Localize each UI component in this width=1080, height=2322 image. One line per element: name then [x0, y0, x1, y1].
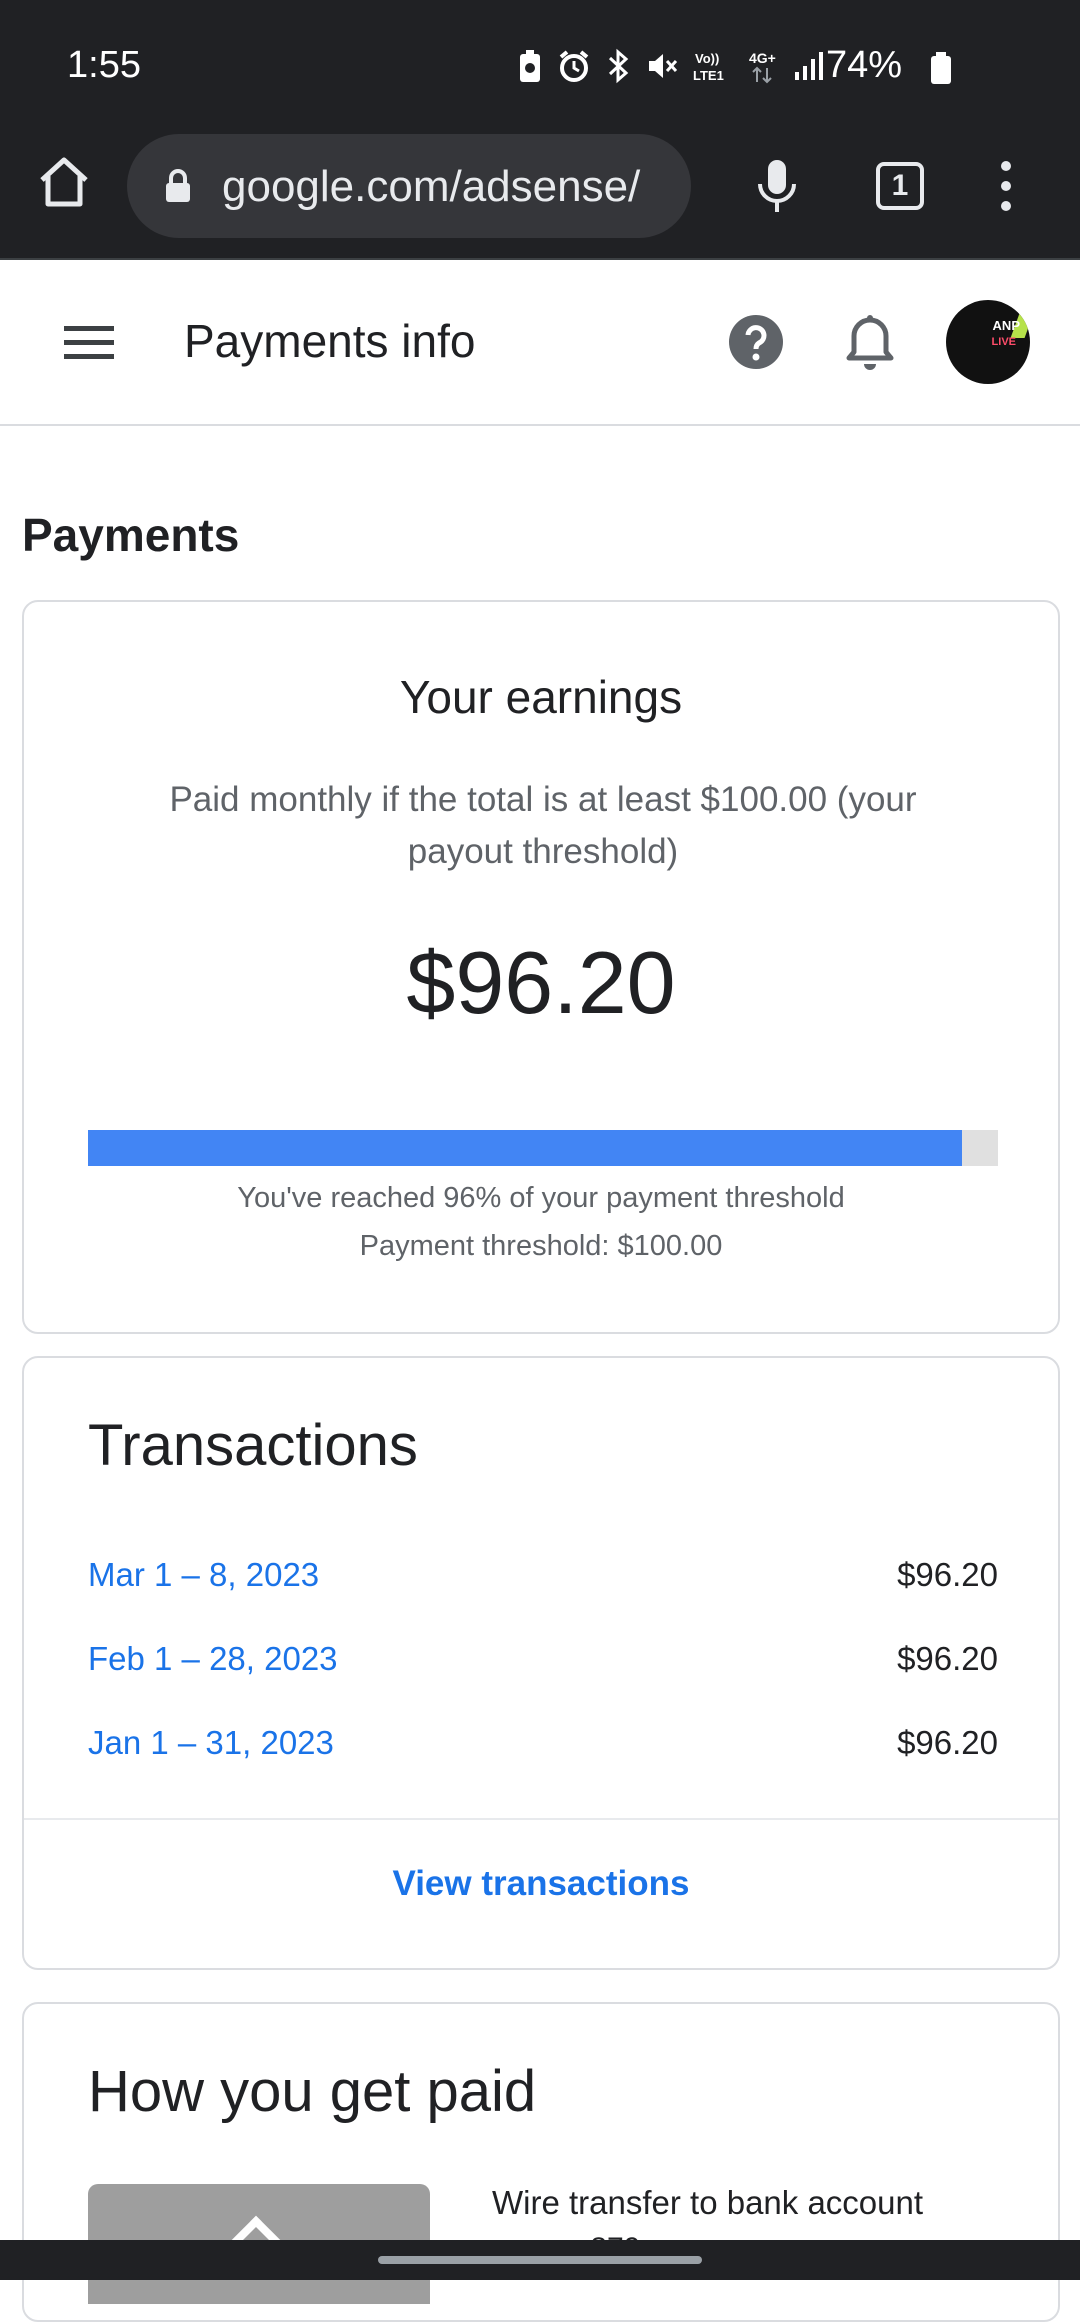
- signal-icon: [795, 52, 823, 80]
- hamburger-icon[interactable]: [64, 324, 114, 360]
- 4g-icon: 4G+: [749, 50, 776, 84]
- divider: [24, 1818, 1058, 1820]
- alarm-icon: [559, 50, 589, 82]
- app-header: Payments info ANP LIVE: [0, 262, 1080, 426]
- threshold-progress-fill: [88, 1130, 962, 1166]
- transaction-amount: $96.20: [897, 1724, 998, 1761]
- transaction-amount: $96.20: [897, 1640, 998, 1677]
- browser-toolbar: google.com/adsense/ 1: [0, 132, 1080, 260]
- transaction-row: Feb 1 – 28, 2023 $96.20: [88, 1640, 998, 1700]
- transaction-date-link[interactable]: Mar 1 – 8, 2023: [88, 1556, 319, 1594]
- transactions-title: Transactions: [88, 1413, 418, 1478]
- earnings-subtitle: Paid monthly if the total is at least $1…: [169, 780, 917, 871]
- help-icon[interactable]: [728, 314, 784, 370]
- transaction-row: Jan 1 – 31, 2023 $96.20: [88, 1724, 998, 1784]
- address-bar[interactable]: google.com/adsense/: [127, 134, 691, 238]
- avatar[interactable]: ANP LIVE: [946, 300, 1030, 384]
- status-time: 1:55: [67, 44, 141, 86]
- bell-icon[interactable]: [846, 314, 894, 370]
- status-bar: 1:55 Vo)) LTE1 4G+ 74%: [0, 0, 1080, 132]
- mic-icon[interactable]: [754, 156, 800, 218]
- svg-text:4G+: 4G+: [749, 50, 776, 66]
- threshold-note: Payment threshold: $100.00: [359, 1230, 723, 1262]
- mute-icon: [649, 54, 678, 78]
- threshold-progress-bar: [88, 1130, 998, 1166]
- status-icons: Vo)) LTE1 4G+: [517, 48, 825, 84]
- transaction-date-link[interactable]: Feb 1 – 28, 2023: [88, 1640, 338, 1678]
- transactions-card: Transactions Mar 1 – 8, 2023 $96.20 Feb …: [22, 1356, 1060, 1970]
- payment-method: Wire transfer to bank account: [492, 2184, 924, 2221]
- more-vert-icon[interactable]: [996, 158, 1016, 214]
- transaction-date-link[interactable]: Jan 1 – 31, 2023: [88, 1724, 334, 1762]
- battery-saver-icon: [520, 50, 540, 82]
- url-text[interactable]: google.com/adsense/: [222, 162, 682, 212]
- bluetooth-icon: [608, 48, 629, 84]
- earnings-card: Your earnings Paid monthly if the total …: [22, 600, 1060, 1334]
- view-transactions-link[interactable]: View transactions: [24, 1864, 1058, 1904]
- tab-switcher-button[interactable]: 1: [876, 162, 924, 210]
- how-paid-title: How you get paid: [88, 2059, 537, 2124]
- system-nav-bar: [0, 2240, 1080, 2280]
- battery-percent: 74%: [825, 44, 902, 86]
- page-title: Payments info: [184, 315, 476, 367]
- earnings-title: Your earnings: [399, 671, 683, 723]
- svg-text:Vo)): Vo)): [695, 51, 719, 66]
- transaction-row: Mar 1 – 8, 2023 $96.20: [88, 1556, 998, 1616]
- avatar-line1: ANP: [992, 318, 1020, 333]
- avatar-line2: LIVE: [991, 336, 1016, 348]
- gesture-handle[interactable]: [378, 2256, 702, 2264]
- battery-icon: [931, 52, 951, 84]
- svg-text:LTE1: LTE1: [693, 68, 724, 83]
- earnings-amount: $96.20: [406, 933, 676, 1032]
- home-icon[interactable]: [36, 154, 92, 210]
- payments-heading: Payments: [22, 509, 240, 561]
- transaction-amount: $96.20: [897, 1556, 998, 1593]
- progress-note: You've reached 96% of your payment thres…: [237, 1182, 845, 1214]
- volte-icon: Vo)) LTE1: [693, 51, 724, 83]
- lock-icon: [166, 169, 190, 202]
